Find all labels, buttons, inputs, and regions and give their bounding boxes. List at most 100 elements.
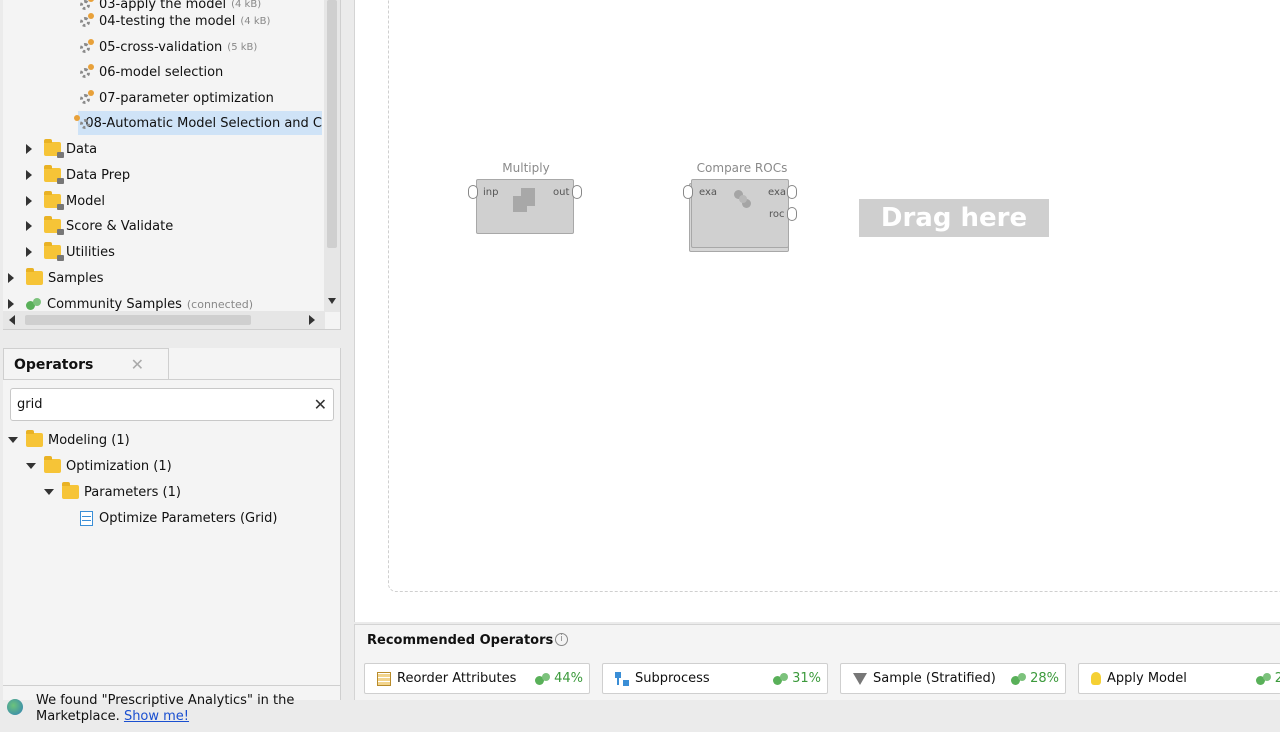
- process-gear-icon: [73, 115, 93, 131]
- community-icon: [26, 298, 41, 310]
- operator-compare-rocs[interactable]: Compare ROCs exa exa roc: [683, 161, 798, 253]
- port-label: exa: [699, 187, 718, 198]
- tree-folder-samples[interactable]: Samples: [8, 266, 104, 290]
- recommended-percent: 28%: [1030, 671, 1059, 686]
- tree-folder-model[interactable]: Model: [26, 189, 105, 213]
- table-icon: [377, 671, 391, 686]
- folder-icon: [62, 482, 79, 499]
- connection-status: (connected): [186, 297, 254, 311]
- tree-item-process[interactable]: 05-cross-validation (5 kB): [78, 35, 257, 59]
- port-label: roc: [769, 209, 785, 220]
- process-gear-icon: [78, 13, 94, 29]
- operators-panel: Operators ✕ grid ✕ Modeling (1) Optimiza…: [3, 348, 341, 724]
- repository-horizontal-scrollbar[interactable]: [3, 311, 325, 329]
- collapse-arrow-icon[interactable]: [44, 489, 54, 495]
- info-icon[interactable]: i: [555, 633, 568, 646]
- bulb-icon: [1091, 672, 1101, 685]
- folder-icon: [44, 456, 61, 473]
- search-value: grid: [17, 397, 43, 412]
- scroll-down-icon[interactable]: [328, 298, 336, 304]
- recommended-item-apply-model[interactable]: Apply Model 2: [1078, 663, 1280, 694]
- repository-vertical-scrollbar[interactable]: [324, 0, 340, 312]
- folder-locked-icon: [44, 216, 64, 235]
- marketplace-globe-icon: [7, 699, 23, 715]
- process-gear-icon: [78, 64, 94, 80]
- process-gear-icon: [78, 39, 94, 55]
- recommended-label: Subprocess: [635, 671, 710, 686]
- repository-panel: 03-apply the model (4 kB) 04-testing the…: [3, 0, 341, 330]
- show-me-link[interactable]: Show me!: [124, 709, 189, 724]
- expand-arrow-icon[interactable]: [26, 221, 32, 231]
- vertical-scroll-thumb[interactable]: [327, 0, 337, 248]
- collapse-arrow-icon[interactable]: [26, 463, 36, 469]
- recommended-percent: 31%: [792, 671, 821, 686]
- output-port[interactable]: [572, 185, 582, 199]
- recommended-label: Apply Model: [1107, 671, 1187, 686]
- tree-item-label: 06-model selection: [99, 64, 224, 80]
- drag-here-hint: Drag here: [859, 199, 1049, 237]
- folder-locked-icon: [44, 165, 64, 184]
- horizontal-scroll-thumb[interactable]: [25, 315, 251, 325]
- scroll-right-icon[interactable]: [309, 315, 315, 325]
- operator-title: Multiply: [502, 161, 550, 175]
- collapse-arrow-icon[interactable]: [8, 437, 18, 443]
- close-tab-icon[interactable]: ✕: [131, 355, 144, 374]
- output-port[interactable]: [787, 185, 797, 199]
- folder-label: Data Prep: [66, 167, 131, 183]
- operator-icon: [80, 510, 93, 526]
- expand-arrow-icon[interactable]: [26, 196, 32, 206]
- port-label: exa: [768, 187, 787, 198]
- operator-multiply[interactable]: Multiply inp out: [468, 161, 582, 235]
- tree-folder-data[interactable]: Data: [26, 137, 97, 161]
- expand-arrow-icon[interactable]: [26, 170, 32, 180]
- folder-icon: [26, 430, 43, 447]
- tree-group-modeling[interactable]: Modeling (1): [8, 428, 130, 452]
- clear-search-icon[interactable]: ✕: [314, 395, 327, 414]
- tab-operators[interactable]: Operators ✕: [3, 348, 169, 380]
- operator-label: Optimize Parameters (Grid): [99, 510, 278, 526]
- scroll-left-icon[interactable]: [9, 315, 15, 325]
- tree-item-process-selected[interactable]: 08-Automatic Model Selection and C: [73, 111, 322, 135]
- tree-item-process[interactable]: 04-testing the model (4 kB): [78, 9, 270, 33]
- operator-search-input[interactable]: grid ✕: [10, 388, 334, 421]
- expand-arrow-icon[interactable]: [8, 273, 14, 283]
- folder-label: Data: [66, 141, 98, 157]
- operator-title: Compare ROCs: [696, 161, 788, 175]
- tree-item-label: 08-Automatic Model Selection and C: [85, 115, 322, 131]
- process-gear-icon: [78, 90, 94, 106]
- users-icon: [1011, 672, 1027, 685]
- recommended-item-subprocess[interactable]: Subprocess 31%: [602, 663, 828, 694]
- output-port[interactable]: [787, 207, 797, 221]
- tree-folder-score-validate[interactable]: Score & Validate: [26, 214, 173, 238]
- tree-item-label: 04-testing the model: [99, 13, 236, 29]
- input-port[interactable]: [683, 185, 693, 199]
- compare-rocs-icon: [734, 190, 752, 210]
- expand-arrow-icon[interactable]: [26, 144, 32, 154]
- recommended-operators-panel: Recommended Operators i Reorder Attribut…: [354, 624, 1280, 700]
- tree-group-optimization[interactable]: Optimization (1): [26, 454, 172, 478]
- folder-label: Utilities: [66, 244, 115, 260]
- recommended-item-sample-stratified[interactable]: Sample (Stratified) 28%: [840, 663, 1066, 694]
- tree-item-process[interactable]: 06-model selection: [78, 60, 223, 84]
- multiply-icon: [513, 188, 537, 212]
- recommended-label: Sample (Stratified): [873, 671, 996, 686]
- expand-arrow-icon[interactable]: [26, 247, 32, 257]
- marketplace-notice: We found "Prescriptive Analytics" in the…: [3, 685, 341, 732]
- tree-folder-data-prep[interactable]: Data Prep: [26, 163, 130, 187]
- folder-locked-icon: [44, 242, 64, 261]
- tree-folder-utilities[interactable]: Utilities: [26, 240, 115, 264]
- funnel-icon: [853, 672, 867, 685]
- tree-item-process[interactable]: 07-parameter optimization: [78, 86, 274, 110]
- subprocess-icon: [615, 671, 629, 686]
- tab-label: Operators: [14, 356, 94, 373]
- input-port[interactable]: [468, 185, 478, 199]
- process-canvas[interactable]: Multiply inp out Compare ROCs exa exa ro…: [354, 0, 1280, 622]
- operator-optimize-parameters-grid[interactable]: Optimize Parameters (Grid): [80, 506, 277, 530]
- recommended-title: Recommended Operators: [367, 633, 554, 648]
- expand-arrow-icon[interactable]: [8, 299, 14, 309]
- tree-group-parameters[interactable]: Parameters (1): [44, 480, 181, 504]
- users-icon: [773, 672, 789, 685]
- folder-icon: [26, 268, 43, 285]
- recommended-item-reorder-attributes[interactable]: Reorder Attributes 44%: [364, 663, 590, 694]
- tree-item-label: 05-cross-validation: [99, 39, 223, 55]
